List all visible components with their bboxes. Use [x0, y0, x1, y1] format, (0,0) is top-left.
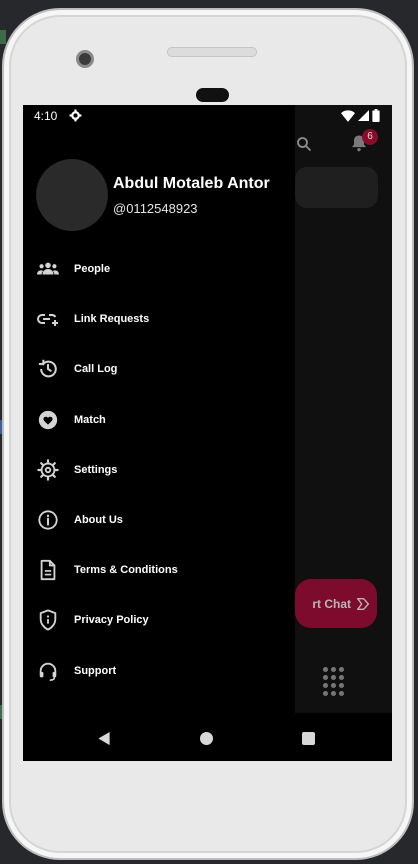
status-bar: 4:10 — [23, 105, 392, 127]
drawer-item-label: Privacy Policy — [74, 614, 149, 627]
drawer-item-label: Link Requests — [74, 313, 150, 326]
drawer-item-people[interactable]: People — [23, 244, 295, 294]
phone-screen: 6 rt Chat Abdul Motaleb Antor @011254892… — [23, 105, 392, 761]
document-icon — [37, 559, 59, 581]
wifi-icon — [341, 109, 355, 122]
profile-handle: @0112548923 — [113, 201, 198, 216]
recents-icon[interactable] — [302, 732, 315, 745]
notification-badge: 6 — [362, 129, 378, 145]
navigation-bar — [23, 713, 392, 761]
drawer-item-label: About Us — [74, 514, 123, 527]
info-icon — [37, 509, 59, 531]
dialpad-icon[interactable] — [323, 667, 344, 696]
drawer-item-label: Match — [74, 413, 106, 426]
drawer-item-label: Support — [74, 664, 117, 677]
start-chat-label: rt Chat — [312, 596, 351, 611]
battery-icon — [372, 109, 380, 122]
drawer-item-link-requests[interactable]: Link Requests — [23, 294, 295, 344]
drawer-item-label: Terms & Conditions — [74, 564, 178, 577]
drawer-menu: People Link Requests Call Log Match Sett… — [23, 244, 295, 696]
front-camera — [76, 50, 94, 68]
speaker-grille — [167, 47, 257, 57]
status-icons — [341, 109, 380, 122]
search-icon[interactable] — [295, 135, 313, 153]
send-icon — [357, 597, 369, 610]
drawer-item-settings[interactable]: Settings — [23, 445, 295, 495]
drawer-item-label: Call Log — [74, 363, 118, 376]
avatar[interactable] — [36, 159, 108, 231]
link-add-icon — [37, 308, 59, 330]
home-icon[interactable] — [200, 732, 213, 745]
signal-icon — [358, 110, 369, 121]
drawer-item-support[interactable]: Support — [23, 646, 295, 696]
settings-icon — [37, 459, 59, 481]
drawer-item-label: People — [74, 263, 111, 276]
headset-icon — [37, 660, 59, 682]
drawer-item-match[interactable]: Match — [23, 395, 295, 445]
earpiece — [196, 88, 229, 102]
navigation-drawer: Abdul Motaleb Antor @0112548923 People L… — [23, 105, 295, 713]
drawer-item-about-us[interactable]: About Us — [23, 495, 295, 545]
drawer-item-label: Settings — [74, 463, 118, 476]
people-icon — [37, 258, 59, 280]
heart-icon — [37, 409, 59, 431]
gear-icon — [69, 109, 82, 122]
drawer-item-privacy-policy[interactable]: Privacy Policy — [23, 595, 295, 645]
shield-icon — [37, 609, 59, 631]
status-time: 4:10 — [34, 109, 58, 123]
search-bar[interactable] — [295, 167, 378, 208]
back-icon[interactable] — [97, 731, 111, 746]
start-chat-button[interactable]: rt Chat — [295, 579, 377, 628]
code-strip — [0, 30, 6, 44]
history-icon — [37, 358, 59, 380]
profile-name: Abdul Motaleb Antor — [113, 175, 270, 192]
drawer-item-call-log[interactable]: Call Log — [23, 344, 295, 394]
drawer-item-terms-conditions[interactable]: Terms & Conditions — [23, 545, 295, 595]
